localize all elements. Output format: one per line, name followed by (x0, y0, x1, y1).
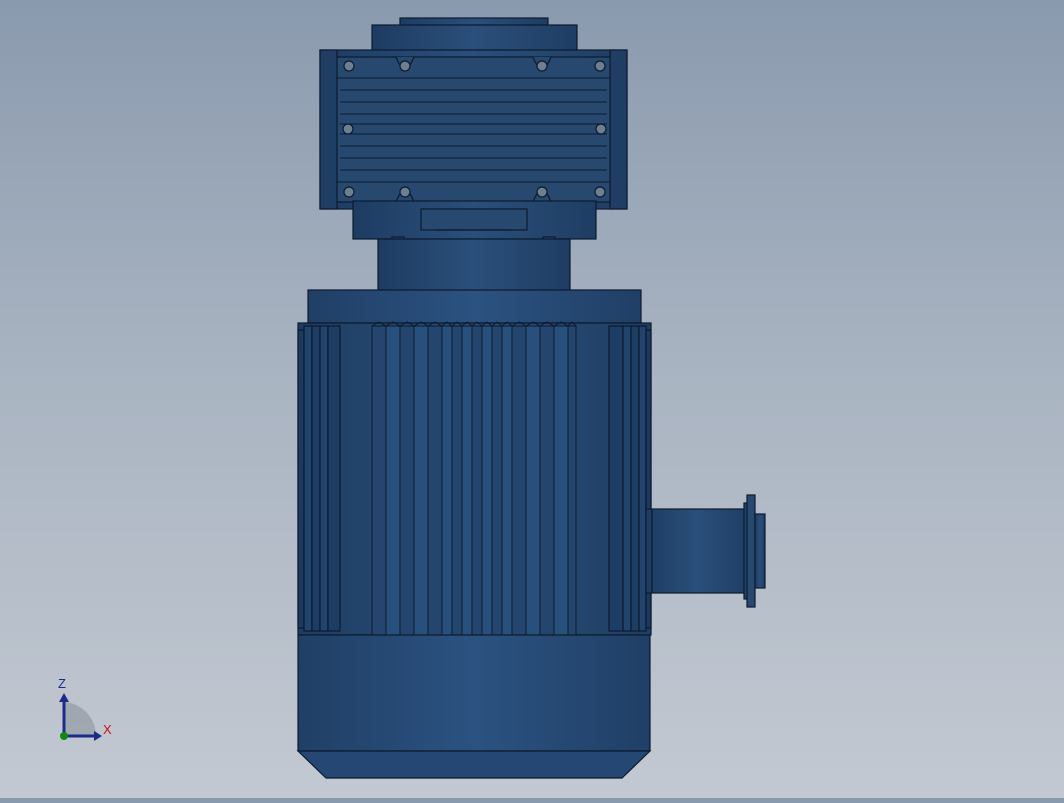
motor-cooling-fins (371, 325, 577, 636)
z-axis-label: Z (58, 676, 66, 691)
triad-plane-icon (64, 702, 97, 736)
motor-flange (307, 289, 642, 324)
y-axis-icon (60, 732, 68, 740)
motor-model[interactable] (0, 0, 1064, 798)
model-viewport[interactable] (0, 0, 1064, 798)
adapter-neck (377, 238, 571, 292)
terminal-box (645, 494, 766, 608)
orientation-triad[interactable]: Z X (50, 676, 120, 746)
x-axis-label: X (103, 722, 112, 737)
fan-cover (296, 634, 652, 779)
